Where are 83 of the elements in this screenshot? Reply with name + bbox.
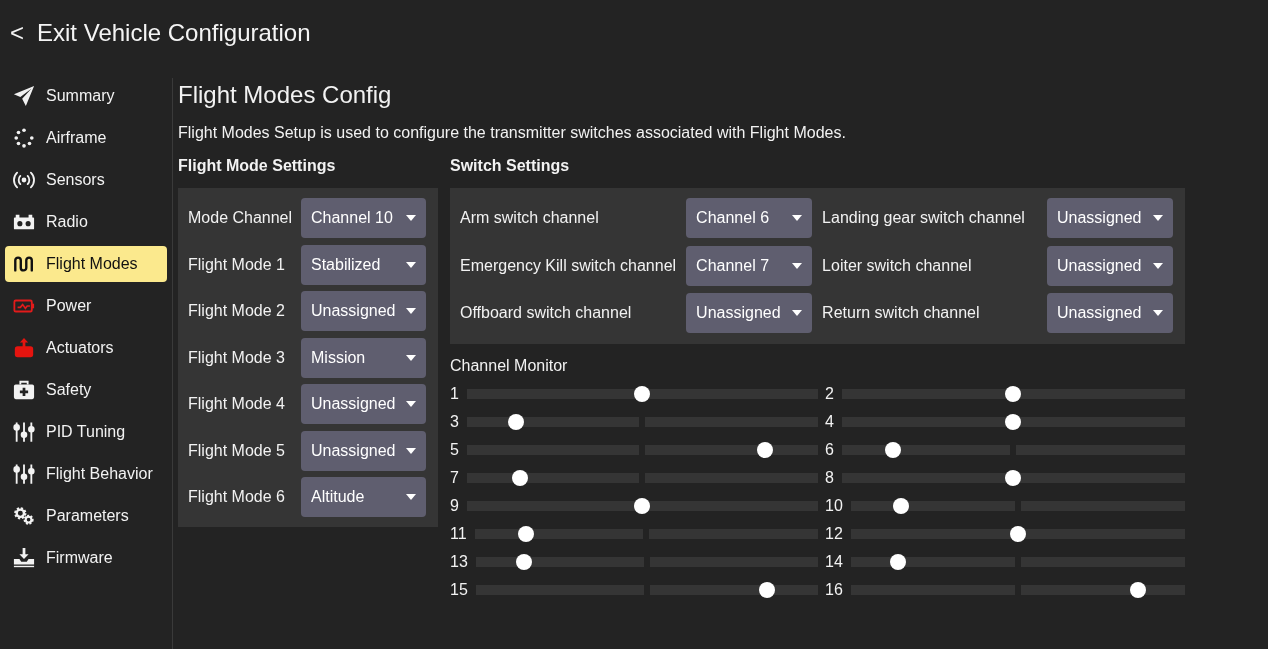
mode-label: Flight Mode 3 — [188, 348, 286, 367]
section-heading: Switch Settings — [450, 156, 571, 176]
sidebar-item[interactable]: PID Tuning — [5, 414, 167, 450]
caret-icon — [406, 354, 416, 361]
sidebar-item[interactable]: Flight Modes — [5, 246, 167, 282]
sidebar-item[interactable]: Airframe — [5, 120, 167, 156]
switch-label: Offboard switch channel — [460, 304, 633, 322]
caret-icon — [1153, 262, 1163, 269]
caret-icon — [792, 215, 803, 221]
monitor-title: Channel Monitor — [450, 356, 569, 376]
sliders-icon — [13, 463, 35, 485]
sidebar-item[interactable]: Firmware — [5, 540, 167, 576]
switch-label: Arm switch channel — [460, 209, 600, 227]
channel-number: 5 — [450, 441, 459, 459]
channel-number: 7 — [450, 469, 459, 487]
box-arrow-icon — [13, 337, 35, 359]
switch-dropdown[interactable]: Unassigned — [1047, 198, 1173, 238]
caret-icon — [406, 308, 416, 314]
mode-dropdown[interactable]: Unassigned — [301, 291, 426, 331]
sidebar-item[interactable]: Summary — [5, 78, 167, 114]
exit-button[interactable]: < Exit Vehicle Configuration — [8, 19, 313, 47]
mode-label: Flight Mode 1 — [188, 255, 286, 274]
caret-icon — [406, 215, 416, 221]
switch-label: Landing gear switch channel — [822, 209, 1026, 227]
switch-label: Emergency Kill switch channel — [460, 256, 677, 275]
channel-number: 11 — [450, 525, 467, 543]
channel-number: 15 — [450, 581, 468, 599]
channel-number: 16 — [825, 581, 843, 599]
section-heading: Flight Mode Settings — [178, 156, 337, 176]
sidebar-item[interactable]: Safety — [5, 372, 167, 408]
caret-icon — [792, 310, 803, 316]
channel-number: 13 — [450, 553, 468, 571]
mode-dropdown[interactable]: Altitude — [301, 477, 426, 517]
caret-icon — [406, 401, 416, 407]
mode-dropdown[interactable]: Unassigned — [301, 384, 426, 424]
channel-number: 10 — [825, 497, 843, 515]
broadcast-icon — [13, 169, 35, 191]
caret-icon — [792, 262, 803, 269]
sidebar-item[interactable]: Power — [5, 288, 167, 324]
page-title: Flight Modes Config — [178, 80, 393, 110]
switch-label: Return switch channel — [822, 304, 981, 322]
channel-number: 6 — [825, 441, 834, 459]
mode-dropdown[interactable]: Mission — [301, 337, 426, 378]
sidebar-item[interactable]: Sensors — [5, 162, 167, 198]
switch-dropdown[interactable]: Unassigned — [1047, 245, 1173, 286]
sidebar-item[interactable]: Radio — [5, 204, 167, 240]
sliders-icon — [13, 421, 35, 443]
caret-icon — [1153, 215, 1163, 221]
channel-number: 3 — [450, 413, 459, 431]
caret-icon — [406, 261, 416, 268]
mode-dropdown[interactable]: Unassigned — [301, 430, 426, 471]
first-aid-kit-icon — [13, 379, 35, 401]
wave-icon — [13, 253, 35, 275]
caret-icon — [1153, 310, 1163, 316]
sidebar-item[interactable]: Flight Behavior — [5, 456, 167, 492]
switch-dropdown[interactable]: Channel 7 — [686, 245, 813, 286]
caret-icon — [406, 494, 416, 500]
mode-label: Flight Mode 2 — [188, 302, 286, 320]
download-icon — [13, 547, 35, 569]
channel-number: 9 — [450, 497, 459, 515]
mode-label: Flight Mode 6 — [188, 488, 286, 506]
mode-label: Flight Mode 5 — [188, 441, 286, 460]
channel-number: 2 — [825, 385, 834, 403]
channel-number: 4 — [825, 413, 834, 431]
switch-dropdown[interactable]: Channel 6 — [686, 198, 813, 238]
switch-label: Loiter switch channel — [822, 256, 973, 275]
description-text: Flight Modes Setup is used to configure the transmitter switches associated with Flight Modes. — [178, 123, 847, 143]
mode-label: Mode Channel — [188, 209, 294, 227]
channel-number: 8 — [825, 469, 834, 487]
mode-label: Flight Mode 4 — [188, 395, 286, 413]
channel-number: 12 — [825, 525, 843, 543]
mode-dropdown[interactable]: Stabilized — [301, 244, 426, 285]
sidebar-item[interactable]: Parameters — [5, 498, 167, 534]
caret-icon — [406, 447, 416, 454]
gears-icon — [13, 505, 35, 527]
dotted-ring-icon — [13, 127, 35, 149]
channel-number: 1 — [450, 385, 459, 403]
paper-plane-icon — [13, 85, 35, 107]
channel-number: 14 — [825, 553, 843, 571]
switch-dropdown[interactable]: Unassigned — [686, 293, 813, 333]
mode-dropdown[interactable]: Channel 10 — [301, 198, 426, 238]
switch-dropdown[interactable]: Unassigned — [1047, 293, 1173, 333]
sidebar-item[interactable]: Actuators — [5, 330, 167, 366]
